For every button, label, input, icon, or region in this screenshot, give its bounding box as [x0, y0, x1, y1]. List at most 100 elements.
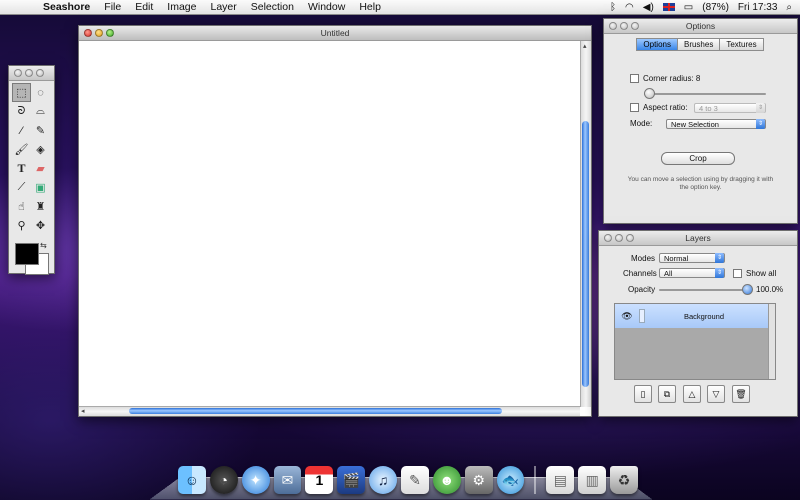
battery-percent[interactable]: (87%): [702, 2, 729, 13]
battery-icon[interactable]: ▭: [684, 2, 693, 13]
menu-window[interactable]: Window: [301, 0, 352, 14]
document-titlebar: Untitled: [79, 26, 591, 41]
text-icon[interactable]: T: [12, 159, 31, 178]
opacity-knob[interactable]: [742, 284, 753, 295]
menu-help[interactable]: Help: [352, 0, 388, 14]
show-all-label: Show all: [746, 269, 776, 278]
pencil-icon[interactable]: ✎: [31, 121, 50, 140]
options-title: Options: [686, 21, 715, 31]
dock-separator: [534, 466, 536, 494]
menu-file[interactable]: File: [97, 0, 128, 14]
layers-scrollbar[interactable]: [768, 304, 775, 379]
close-icon[interactable]: [604, 234, 612, 242]
zoom-icon[interactable]: [36, 69, 44, 77]
smudge-icon[interactable]: ☝: [12, 197, 31, 216]
downloads-stack-icon[interactable]: ▥: [578, 466, 606, 494]
lasso-icon[interactable]: ᘐ: [12, 102, 31, 121]
corner-radius-slider[interactable]: [644, 93, 766, 95]
minimize-icon[interactable]: [95, 29, 103, 37]
scroll-left-icon[interactable]: ◂: [81, 407, 85, 415]
tab-brushes[interactable]: Brushes: [677, 38, 720, 51]
options-titlebar: Options: [604, 19, 797, 34]
zoom-icon[interactable]: [626, 234, 634, 242]
bucket-icon[interactable]: ◈: [31, 140, 50, 159]
aspect-ratio-checkbox[interactable]: [630, 103, 639, 112]
eraser-icon[interactable]: ▰: [31, 159, 50, 178]
eye-icon[interactable]: 👁: [615, 311, 639, 322]
duplicate-layer-icon[interactable]: ⧉: [658, 385, 676, 403]
close-icon[interactable]: [609, 22, 617, 30]
horizontal-scrollbar[interactable]: ◂: [79, 406, 580, 416]
menu-image[interactable]: Image: [160, 0, 203, 14]
zoom-icon[interactable]: [631, 22, 639, 30]
ical-icon[interactable]: 1: [305, 466, 333, 494]
magic-wand-icon[interactable]: ⁄: [12, 121, 31, 140]
mode-popup[interactable]: New Selection⇕: [666, 119, 766, 129]
channels-popup[interactable]: All⇕: [659, 268, 725, 278]
options-tabs: Options Brushes Textures: [604, 38, 797, 51]
color-swatches: ⇆: [9, 241, 54, 281]
new-layer-icon[interactable]: ▯: [634, 385, 652, 403]
brush-icon[interactable]: 🖌: [12, 140, 31, 159]
minimize-icon[interactable]: [25, 69, 33, 77]
rect-select-icon[interactable]: ⬚: [12, 83, 31, 102]
crop-button[interactable]: Crop: [661, 152, 735, 165]
volume-icon[interactable]: ◀): [643, 2, 654, 13]
input-flag-icon[interactable]: [663, 3, 675, 11]
horizontal-scroll-thumb[interactable]: [129, 408, 502, 414]
textedit-icon[interactable]: ✎: [401, 466, 429, 494]
zoom-icon[interactable]: [106, 29, 114, 37]
drawing-canvas[interactable]: [79, 41, 580, 407]
ellipse-select-icon[interactable]: ◌: [31, 83, 50, 102]
system-preferences-icon[interactable]: ⚙: [465, 466, 493, 494]
show-all-checkbox[interactable]: [733, 269, 742, 278]
bluetooth-icon[interactable]: ᛒ: [610, 2, 616, 13]
wifi-icon[interactable]: ◠: [625, 2, 634, 13]
move-icon[interactable]: ✥: [31, 216, 50, 235]
raise-layer-icon[interactable]: △: [683, 385, 701, 403]
itunes-icon[interactable]: ♫: [369, 466, 397, 494]
foreground-color-swatch[interactable]: [15, 243, 39, 265]
opacity-slider[interactable]: [659, 289, 747, 291]
gradient-icon[interactable]: ▣: [31, 178, 50, 197]
close-icon[interactable]: [84, 29, 92, 37]
close-icon[interactable]: [14, 69, 22, 77]
corner-radius-knob[interactable]: [644, 88, 655, 99]
tab-textures[interactable]: Textures: [719, 38, 763, 51]
menu-selection[interactable]: Selection: [244, 0, 301, 14]
safari-icon[interactable]: ✦: [242, 466, 270, 494]
minimize-icon[interactable]: [615, 234, 623, 242]
imovie-icon[interactable]: 🎬: [337, 466, 365, 494]
aspect-ratio-popup[interactable]: 4 to 3⇕: [694, 103, 766, 113]
menu-layer[interactable]: Layer: [203, 0, 243, 14]
trash-icon[interactable]: ♻: [610, 466, 638, 494]
corner-radius-checkbox[interactable]: [630, 74, 639, 83]
polygon-lasso-icon[interactable]: ⌓: [31, 102, 50, 121]
delete-layer-icon[interactable]: 🗑: [732, 385, 750, 403]
menu-edit[interactable]: Edit: [128, 0, 160, 14]
swap-colors-icon[interactable]: ⇆: [40, 241, 47, 250]
zoom-tool-icon[interactable]: ⚲: [12, 216, 31, 235]
opacity-label: Opacity: [628, 285, 655, 294]
tab-options[interactable]: Options: [636, 38, 678, 51]
vertical-scrollbar[interactable]: ▴: [580, 41, 591, 407]
mode-label: Mode:: [630, 119, 652, 128]
documents-stack-icon[interactable]: ▤: [546, 466, 574, 494]
spotlight-icon[interactable]: ⌕: [786, 2, 792, 13]
modes-popup[interactable]: Normal⇕: [659, 253, 725, 263]
layers-titlebar: Layers: [599, 231, 797, 246]
dashboard-icon[interactable]: ◔: [210, 466, 238, 494]
lower-layer-icon[interactable]: ▽: [707, 385, 725, 403]
seashore-icon[interactable]: 🐟: [497, 466, 525, 494]
scroll-up-icon[interactable]: ▴: [583, 42, 587, 50]
mail-icon[interactable]: ✉: [274, 466, 302, 494]
menu-app[interactable]: Seashore: [36, 0, 97, 14]
vertical-scroll-thumb[interactable]: [582, 121, 589, 387]
clone-stamp-icon[interactable]: ♜: [31, 197, 50, 216]
layer-row[interactable]: 👁 Background: [615, 304, 775, 328]
ichat-icon[interactable]: ☻: [433, 466, 461, 494]
finder-icon[interactable]: ☺: [178, 466, 206, 494]
eyedropper-icon[interactable]: ⟋: [12, 178, 31, 197]
clock[interactable]: Fri 17:33: [738, 2, 777, 13]
minimize-icon[interactable]: [620, 22, 628, 30]
